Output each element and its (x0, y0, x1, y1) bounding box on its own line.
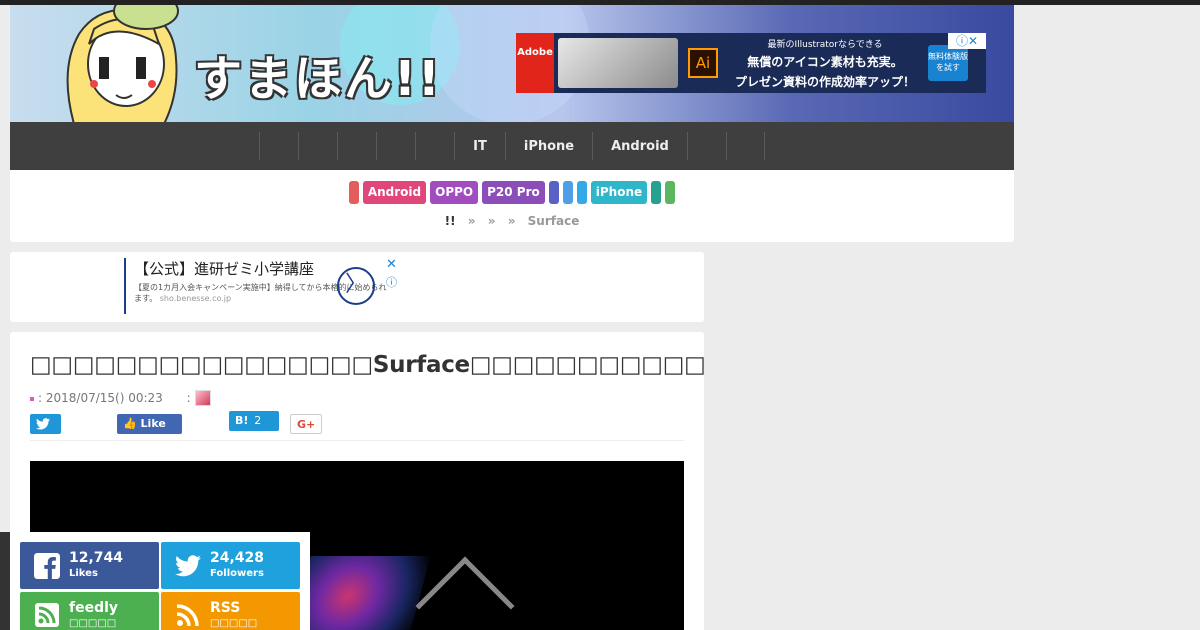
main-nav: IT iPhone Android (10, 122, 1014, 170)
hero-hinge (415, 556, 515, 630)
nav-item[interactable] (376, 132, 415, 160)
facebook-follow-button[interactable]: 12,744 Likes (20, 542, 159, 589)
social-edge (0, 532, 10, 630)
rss-follow-button[interactable]: RSS □□□□□ (161, 592, 300, 630)
social-follow-box: 12,744 Likes 24,428 Followers feedly □□□… (10, 532, 310, 630)
twitter-share-button[interactable] (30, 414, 61, 434)
nav-item[interactable] (298, 132, 337, 160)
nav-item-iphone[interactable]: iPhone (504, 132, 592, 160)
ad2-close-icon[interactable]: ✕ (386, 257, 397, 272)
content-ad[interactable]: 【公式】進研ゼミ小学講座 【夏の1カ月入会キャンペーン実施中】納得してから本格的… (10, 252, 704, 322)
tag-pill[interactable] (576, 181, 587, 204)
nav-item[interactable] (337, 132, 376, 160)
tag-list: Android OPPO P20 Pro iPhone (10, 181, 1014, 204)
tag-bar: Android OPPO P20 Pro iPhone !! » » » Surfac… (10, 170, 1014, 242)
tag-pill[interactable]: iPhone (590, 181, 648, 204)
twitter-icon (175, 553, 201, 579)
nav-item-android[interactable]: Android (592, 132, 687, 160)
breadcrumb-current[interactable]: Surface (528, 214, 580, 228)
feedly-follow-button[interactable]: feedly □□□□□ (20, 592, 159, 630)
feedly-icon (34, 603, 60, 629)
ad-cta-button[interactable]: 無料体験版を試す (928, 45, 968, 81)
twitter-follow-button[interactable]: 24,428 Followers (161, 542, 300, 589)
tag-pill[interactable] (562, 181, 573, 204)
share-buttons: 👍 Like 8 B! 2 G+ (30, 411, 690, 450)
nav-item[interactable] (415, 132, 454, 160)
tag-pill[interactable] (348, 181, 359, 204)
article-title: □□□□□□□□□□□□□□□□Surface□□□□□□□□□□□□□□ (30, 352, 704, 378)
adobe-logo-icon: Adobe (516, 33, 554, 93)
twitter-count: 24,428 (210, 550, 265, 566)
ad2-domain: sho.benesse.co.jp (159, 294, 232, 303)
divider (30, 440, 684, 441)
tag-pill[interactable] (665, 181, 676, 204)
author-avatar[interactable] (195, 390, 211, 406)
ad2-arrow-icon[interactable]: 〉 (337, 267, 375, 305)
ad-line1: 最新のIllustratorならできる (767, 39, 883, 50)
tag-pill[interactable] (651, 181, 662, 204)
hero-screen (289, 556, 431, 630)
hatena-count: 2 (254, 414, 262, 427)
breadcrumb-separator: » (507, 214, 516, 228)
site-header: すまほん!! Adobe Ai 最新のIllustratorならできる 無償のア… (10, 5, 1014, 122)
feedly-title: feedly (69, 600, 119, 616)
facebook-count: 12,744 (69, 550, 124, 566)
nav-item[interactable] (725, 132, 765, 160)
breadcrumb: !! » » » Surface (10, 214, 1014, 228)
tag-pill[interactable]: OPPO (430, 181, 479, 204)
facebook-label: Likes (69, 568, 98, 579)
tag-pill[interactable] (548, 181, 559, 204)
breadcrumb-separator: » (467, 214, 476, 228)
nav-item[interactable] (686, 132, 726, 160)
nav-item[interactable] (259, 132, 298, 160)
ad-line3: プレゼン資料の作成効率アップ！ (734, 74, 915, 89)
mascot-logo-icon[interactable] (54, 5, 194, 122)
ad2-info-icon[interactable]: ⓘ (386, 274, 397, 290)
header-ad-banner[interactable]: Adobe Ai 最新のIllustratorならできる 無償のアイコン素材も充… (516, 33, 986, 93)
hatena-label: B! (235, 414, 249, 427)
ad-line2: 無償のアイコン素材も充実。 (747, 54, 903, 69)
fb-like-label: Like (140, 417, 166, 430)
nav-item-it[interactable]: IT (454, 132, 505, 160)
rss-icon (175, 603, 201, 629)
breadcrumb-separator: » (487, 214, 496, 228)
author-separator: : (186, 391, 191, 405)
article-meta: : 2018/07/15() 00:23 : (30, 391, 191, 405)
twitter-icon (36, 418, 50, 430)
fb-like-count: 8 (126, 437, 133, 450)
illustrator-icon: Ai (688, 48, 718, 78)
gplus-share-button[interactable]: G+ (290, 414, 322, 434)
date-marker-icon (30, 396, 34, 401)
feedly-label: □□□□□ (69, 618, 117, 629)
facebook-like-button[interactable]: 👍 Like 8 (117, 414, 182, 450)
rss-label: □□□□□ (210, 618, 258, 629)
thumbs-up-icon: 👍 (123, 417, 137, 430)
breadcrumb-home[interactable]: !! (445, 214, 456, 228)
tag-pill[interactable]: Android (362, 181, 427, 204)
rss-title: RSS (210, 600, 241, 616)
article-date: : 2018/07/15() 00:23 (38, 391, 163, 405)
facebook-icon (34, 553, 60, 579)
site-logo[interactable]: すまほん!! (194, 39, 442, 109)
ad-image (558, 38, 678, 88)
twitter-label: Followers (210, 568, 264, 579)
tag-pill[interactable]: P20 Pro (482, 181, 545, 204)
ad-copy: 最新のIllustratorならできる 無償のアイコン素材も充実。 プレゼン資料… (730, 37, 920, 90)
hatena-bookmark-button[interactable]: B! 2 (229, 411, 279, 431)
ad-close-icon[interactable]: ⓘ✕ (948, 33, 986, 49)
